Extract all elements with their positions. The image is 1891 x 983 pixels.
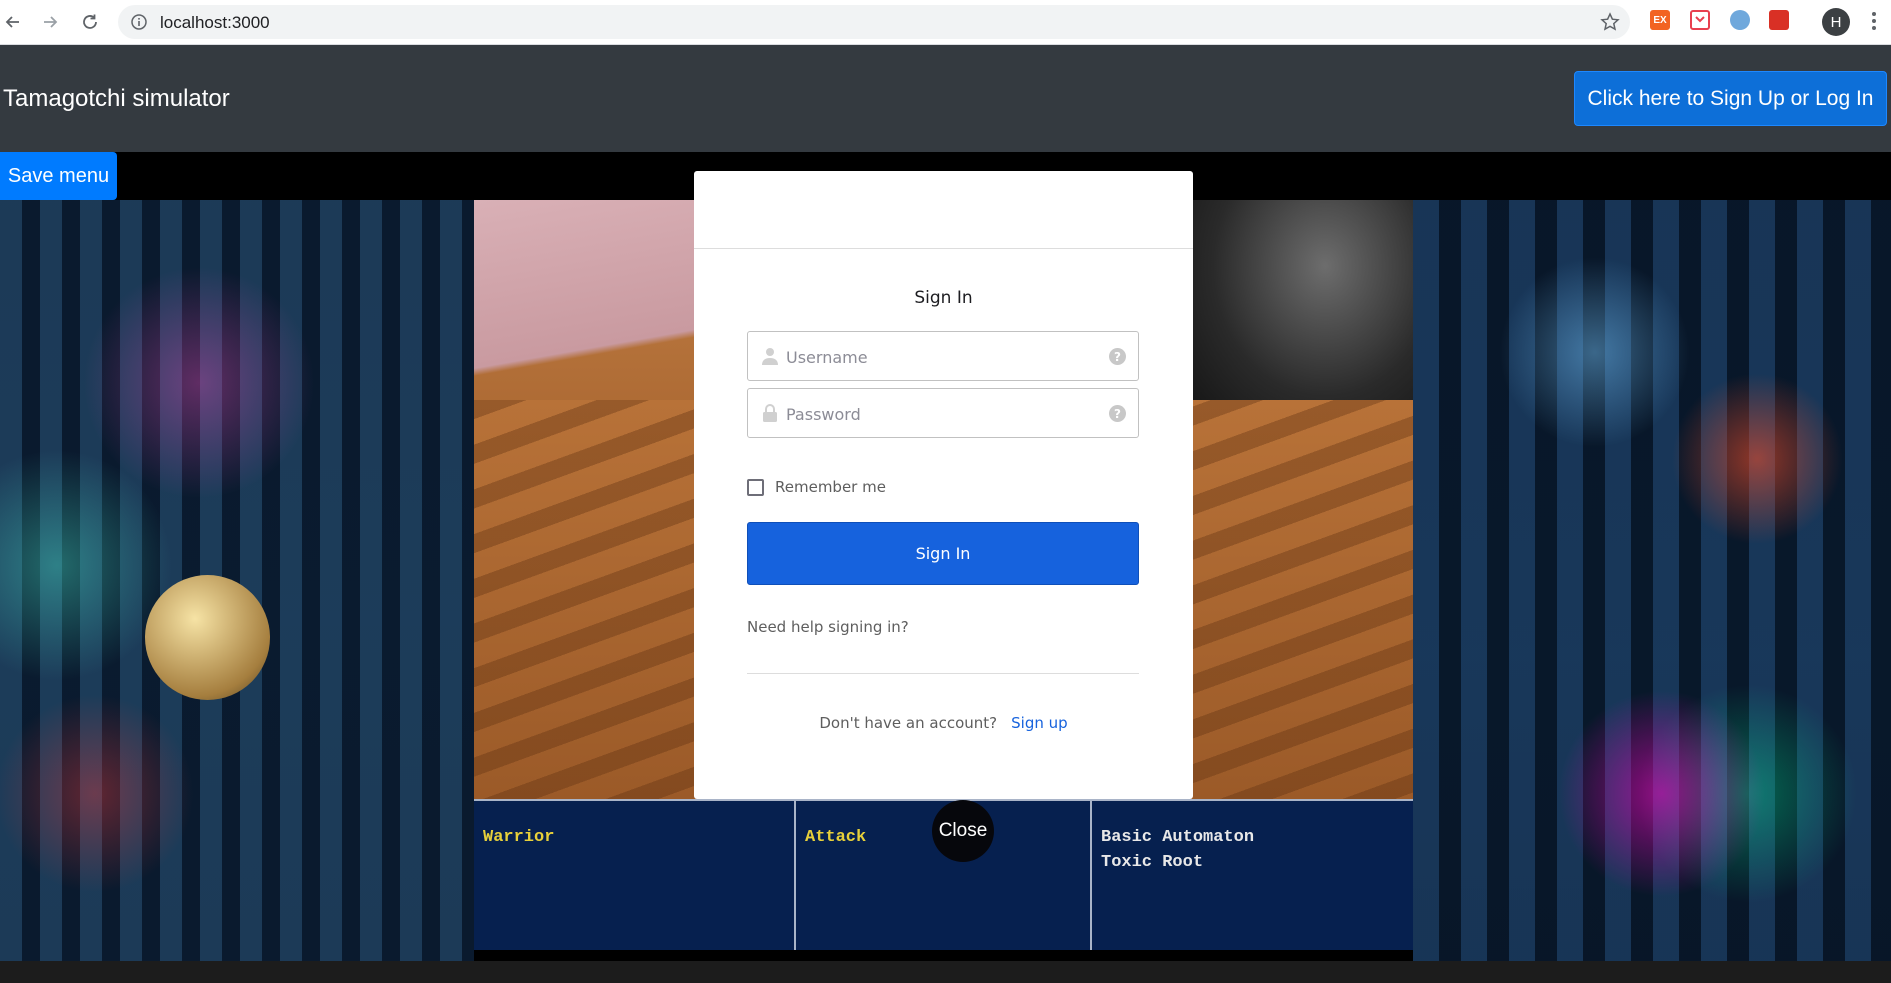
help-icon[interactable]: ? [1109,348,1126,365]
password-input[interactable] [784,399,1108,429]
profile-avatar[interactable]: H [1822,8,1850,36]
app-brand[interactable]: Tamagotchi simulator [3,85,230,113]
username-field[interactable]: ? [747,331,1139,381]
forward-button[interactable] [37,9,63,35]
app-navbar: Tamagotchi simulator Click here to Sign … [0,45,1891,152]
password-field[interactable]: ? [747,388,1139,438]
modal-header [694,171,1193,249]
info-icon[interactable] [130,13,148,31]
no-account-text: Don't have an account? [819,714,998,732]
stat-column-abilities: Basic Automaton Toxic Root [1092,801,1413,950]
browser-menu-icon[interactable] [1870,10,1878,34]
divider [747,673,1139,674]
remember-me-label[interactable]: Remember me [775,478,886,496]
reload-icon [83,14,97,29]
url-text[interactable]: localhost:3000 [160,13,270,33]
address-bar[interactable]: localhost:3000 [118,5,1630,39]
back-button[interactable] [0,9,26,35]
stat-column-class: Warrior [474,801,796,950]
sign-up-link[interactable]: Sign up [1011,714,1068,732]
signup-row: Don't have an account? Sign up [694,714,1193,732]
signup-login-button[interactable]: Click here to Sign Up or Log In [1574,71,1887,126]
sign-in-button[interactable]: Sign In [747,522,1139,585]
bookmark-star-icon[interactable] [1600,12,1620,32]
extension-red-icon[interactable] [1769,10,1789,30]
close-button[interactable]: Close [932,800,994,862]
lock-icon [763,404,777,422]
remember-me[interactable]: Remember me [747,476,886,498]
cyberpunk-city-right-image [1413,200,1891,961]
sign-in-title: Sign In [914,288,973,308]
arrow-right-icon [44,16,58,28]
class-text: Warrior [483,828,555,847]
browser-toolbar: localhost:3000 EX H [0,0,1891,45]
bottom-strip [0,961,1891,983]
cyberpunk-city-left-image [0,200,474,961]
arrow-left-icon [5,16,19,28]
abilities-text: Basic Automaton Toxic Root [1101,828,1255,872]
need-help-link[interactable]: Need help signing in? [747,618,909,636]
save-menu-button[interactable]: Save menu [0,152,117,200]
pocket-icon[interactable] [1690,10,1710,30]
username-input[interactable] [784,342,1108,372]
extension-swirl-icon[interactable] [1730,10,1750,30]
glowing-orb [145,575,270,700]
extension-ex-icon[interactable]: EX [1650,10,1670,30]
user-icon [762,348,778,365]
reload-button[interactable] [77,9,103,35]
sign-in-modal: Sign In ? ? Remember me Sign In Need hel… [694,171,1193,799]
help-icon[interactable]: ? [1109,405,1126,422]
remember-me-checkbox[interactable] [747,478,764,496]
storm-cloud [1193,200,1413,420]
